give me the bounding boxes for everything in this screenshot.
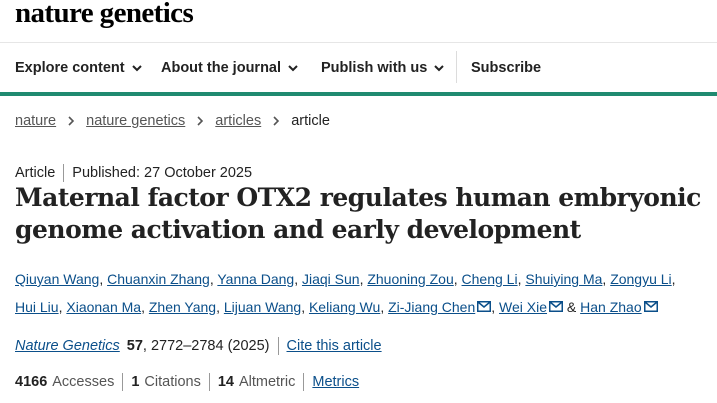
author-link[interactable]: Han Zhao <box>580 299 641 315</box>
author-link[interactable]: Shuiying Ma <box>525 271 602 287</box>
journal-logo[interactable]: nature genetics <box>15 0 194 30</box>
chevron-down-icon <box>288 64 298 71</box>
author-link[interactable]: Yanna Dang <box>217 271 294 287</box>
author-separator: , <box>141 299 145 315</box>
cite-this-article-link[interactable]: Cite this article <box>287 338 382 354</box>
main-nav: Explore content About the journal Publis… <box>0 42 717 92</box>
breadcrumb-articles[interactable]: articles <box>215 113 261 129</box>
author-link[interactable]: Zi-Jiang Chen <box>388 299 475 315</box>
author-separator: , <box>209 271 214 287</box>
breadcrumb-nature[interactable]: nature <box>15 113 56 129</box>
author-ampersand: & <box>566 299 577 315</box>
author-separator: , <box>380 299 385 315</box>
chevron-right-icon <box>68 116 75 126</box>
author-separator: , <box>491 299 496 315</box>
metrics-divider <box>303 373 305 391</box>
citation-line: Nature Genetics 57 , 2772–2784 (2025) Ci… <box>15 337 382 355</box>
accesses-count: 4166 <box>15 374 48 390</box>
volume: 57 <box>126 338 143 354</box>
nav-publish-with-us[interactable]: Publish with us <box>321 43 445 92</box>
accesses-label: Accesses <box>52 374 115 390</box>
mail-icon[interactable] <box>549 301 564 312</box>
author-list: Qiuyan Wang, Chuanxin Zhang, Yanna Dang,… <box>15 265 705 321</box>
author-link[interactable]: Zhuoning Zou <box>367 271 453 287</box>
author-link[interactable]: Zhen Yang <box>149 299 216 315</box>
author-link[interactable]: Qiuyan Wang <box>15 271 99 287</box>
breadcrumb-current: article <box>291 113 330 129</box>
author-link[interactable]: Wei Xie <box>499 299 547 315</box>
author-link[interactable]: Zongyu Li <box>610 271 671 287</box>
metrics-divider <box>122 373 124 391</box>
author-separator: , <box>602 271 607 287</box>
metrics-divider <box>208 373 210 391</box>
article-metrics: 4166 Accesses 1 Citations 14 Altmetric M… <box>15 373 359 391</box>
nav-label: About the journal <box>161 59 282 76</box>
author-separator: , <box>99 271 104 287</box>
journal-link[interactable]: Nature Genetics <box>15 338 120 354</box>
meta-divider <box>63 164 65 182</box>
chevron-down-icon <box>131 64 142 71</box>
author-separator: , <box>671 271 676 287</box>
article-title: Maternal factor OTX2 regulates human emb… <box>15 182 705 246</box>
title-line-1: Maternal factor OTX2 regulates human emb… <box>15 183 701 212</box>
nav-label: Publish with us <box>321 59 428 76</box>
nav-about-journal[interactable]: About the journal <box>161 43 299 92</box>
author-link[interactable]: Lijuan Wang <box>224 299 301 315</box>
author-separator: , <box>301 299 306 315</box>
breadcrumb-nature-genetics[interactable]: nature genetics <box>86 113 185 129</box>
author-link[interactable]: Jiaqi Sun <box>302 271 360 287</box>
published-date: Published: 27 October 2025 <box>72 165 253 181</box>
author-separator: , <box>58 299 63 315</box>
breadcrumb: nature nature genetics articles article <box>15 113 330 129</box>
author-separator: , <box>294 271 299 287</box>
metrics-link[interactable]: Metrics <box>312 374 359 390</box>
author-separator: , <box>517 271 522 287</box>
author-link[interactable]: Keliang Wu <box>309 299 380 315</box>
nav-divider <box>456 51 457 83</box>
altmetric-count: 14 <box>217 374 234 390</box>
cite-divider <box>277 337 279 355</box>
author-separator: , <box>359 271 364 287</box>
chevron-right-icon <box>273 116 280 126</box>
citations-count: 1 <box>131 374 140 390</box>
author-link[interactable]: Cheng Li <box>462 271 518 287</box>
chevron-down-icon <box>434 64 445 71</box>
article-meta: Article Published: 27 October 2025 <box>15 164 252 182</box>
author-link[interactable]: Hui Liu <box>15 299 59 315</box>
nav-explore-content[interactable]: Explore content <box>15 43 143 92</box>
author-separator: , <box>216 299 220 315</box>
citations-label: Citations <box>144 374 201 390</box>
nav-label: Explore content <box>15 59 125 76</box>
author-link[interactable]: Chuanxin Zhang <box>107 271 210 287</box>
nav-accent-rule <box>0 92 717 96</box>
author-link[interactable]: Xiaonan Ma <box>66 299 141 315</box>
pages-year: , 2772–2784 (2025) <box>142 338 270 354</box>
subscribe-link[interactable]: Subscribe <box>471 43 541 92</box>
mail-icon[interactable] <box>643 301 658 312</box>
article-type: Article <box>15 165 56 181</box>
author-separator: , <box>453 271 458 287</box>
title-line-2: genome activation and early development <box>15 215 581 244</box>
mail-icon[interactable] <box>477 301 492 312</box>
chevron-right-icon <box>197 116 204 126</box>
altmetric-label: Altmetric <box>238 374 296 390</box>
